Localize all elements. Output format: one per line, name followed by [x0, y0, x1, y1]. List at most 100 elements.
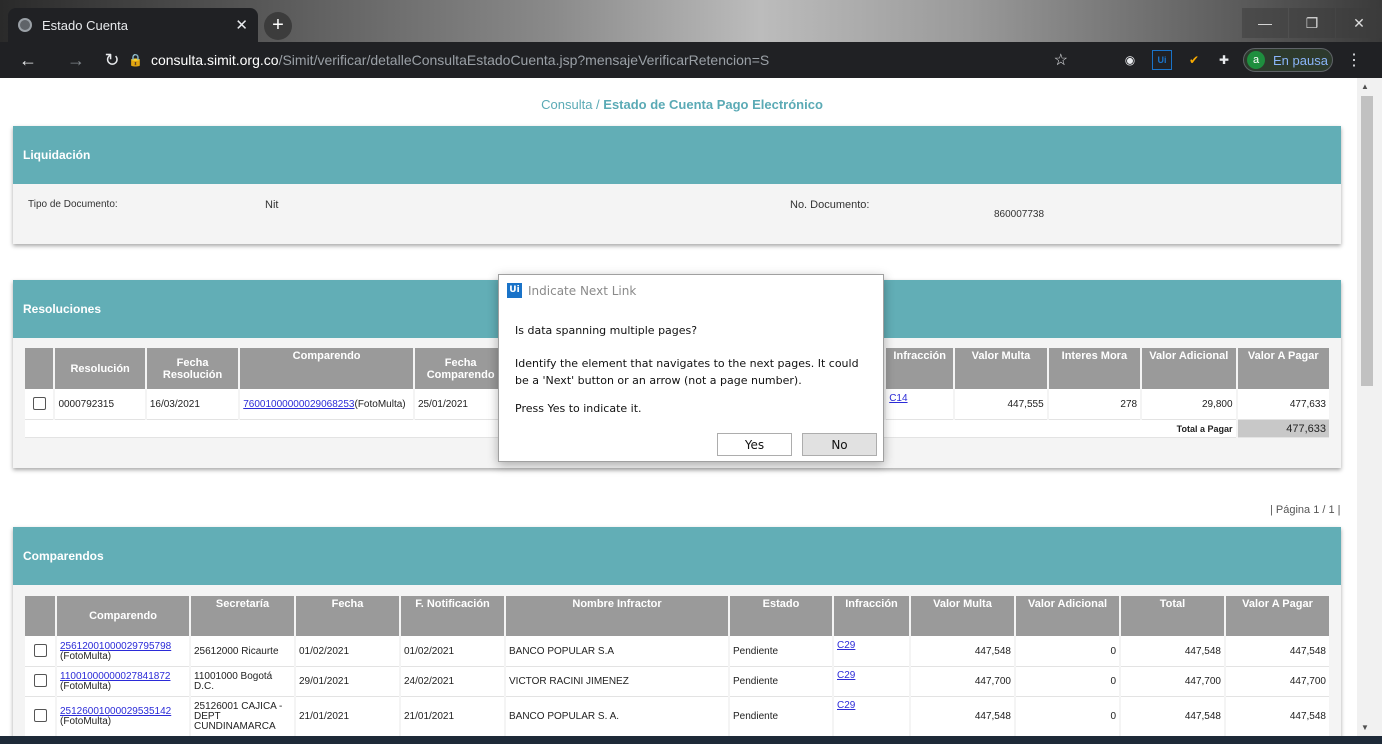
comparendo-cell: 25126001000029535142 (FotoMulta) [57, 697, 189, 736]
dialog-instruction: Press Yes to indicate it. [515, 402, 642, 415]
comparendo-type: (FotoMulta) [60, 650, 112, 662]
notificacion-cell: 01/02/2021 [401, 637, 504, 667]
column-header: Fecha [296, 596, 399, 637]
tab-title: Estado Cuenta [42, 17, 129, 33]
select-column-header [25, 596, 55, 637]
new-tab-button[interactable]: + [264, 12, 292, 40]
column-header: Estado [730, 596, 832, 637]
no-documento-label: No. Documento: [790, 199, 870, 211]
dialog-question: Is data spanning multiple pages? [515, 324, 698, 337]
column-header: Nombre Infractor [506, 596, 728, 637]
total-cell: 447,548 [1121, 697, 1224, 736]
back-arrow-icon[interactable]: ← [14, 46, 42, 74]
column-header: Infracción [834, 596, 909, 637]
scrollbar-thumb[interactable] [1361, 96, 1373, 386]
fecha-cell: 01/02/2021 [296, 637, 399, 667]
profile-button[interactable]: a En pausa [1243, 48, 1333, 72]
column-header: Valor A Pagar [1226, 596, 1329, 637]
fecha-cell: 29/01/2021 [296, 667, 399, 697]
indicate-next-link-dialog: Ui Indicate Next Link Is data spanning m… [498, 274, 884, 462]
adicional-cell: 0 [1016, 667, 1119, 697]
column-header: Total [1121, 596, 1224, 637]
puzzle-extensions-icon[interactable]: ✚ [1214, 50, 1234, 70]
notificacion-cell: 24/02/2021 [401, 667, 504, 697]
forward-arrow-icon[interactable]: → [62, 46, 90, 74]
browser-tab[interactable]: Estado Cuenta ✕ [8, 8, 258, 42]
total-cell: 447,700 [1121, 667, 1224, 697]
window-controls: — ❐ ✕ [1241, 8, 1382, 38]
adicional-cell: 0 [1016, 697, 1119, 736]
bookmark-star-icon[interactable]: ☆ [1054, 50, 1068, 70]
minimize-icon[interactable]: — [1242, 8, 1288, 38]
pagination-label: | Página 1 / 1 | [1270, 504, 1341, 516]
total-value: 477,633 [1237, 420, 1329, 438]
column-header: Fecha Comparendo [414, 348, 507, 390]
resolucion-cell: 0000792315 [55, 390, 145, 420]
close-window-icon[interactable]: ✕ [1336, 8, 1382, 38]
infraccion-link[interactable]: C29 [837, 640, 855, 651]
estado-cell: Pendiente [730, 667, 832, 697]
valor-adicional-cell: 29,800 [1142, 390, 1236, 420]
row-checkbox[interactable] [33, 673, 47, 687]
total-cell: 447,548 [1121, 637, 1224, 667]
comparendo-cell: 76001000000029068253(FotoMulta) [240, 390, 413, 420]
infraccion-cell: C29 [834, 667, 909, 697]
vertical-scrollbar[interactable]: ▲ ▼ [1357, 78, 1382, 736]
browser-menu-icon[interactable]: ⋮ [1346, 50, 1362, 70]
infraccion-link[interactable]: C29 [837, 700, 855, 711]
column-header: Comparendo [240, 348, 413, 390]
infraccion-link[interactable]: C14 [889, 393, 907, 404]
browser-toolbar: ← → ↻ 🔒 consulta.simit.org.co/Simit/veri… [0, 42, 1382, 78]
restore-icon[interactable]: ❐ [1289, 8, 1335, 38]
column-header: Valor Adicional [1142, 348, 1236, 390]
url-host: consulta.simit.org.co [150, 52, 279, 68]
user-check-icon[interactable]: ✔ [1184, 50, 1204, 70]
pagar-cell: 447,700 [1226, 667, 1329, 697]
fecha-comparendo-cell: 25/01/2021 [414, 390, 507, 420]
infractor-cell: VICTOR RACINI JIMENEZ [506, 667, 728, 697]
infractor-cell: BANCO POPULAR S.A [506, 637, 728, 667]
secretaria-cell: 11001000 Bogotá D.C. [191, 667, 294, 697]
yes-button[interactable]: Yes [717, 433, 792, 456]
address-bar[interactable]: 🔒 consulta.simit.org.co/Simit/verificar/… [118, 46, 1078, 74]
secretaria-cell: 25126001 CAJICA - DEPT CUNDINAMARCA [191, 697, 294, 736]
liquidacion-header: Liquidación [13, 126, 1341, 184]
breadcrumb-title: Estado de Cuenta Pago Electrónico [603, 97, 823, 112]
tipo-documento-value: Nit [265, 199, 279, 211]
comparendo-link[interactable]: 76001000000029068253 [243, 399, 354, 410]
globe-icon [18, 18, 32, 32]
column-header: Secretaría [191, 596, 294, 637]
comparendo-type: (FotoMulta) [60, 680, 112, 692]
infraccion-link[interactable]: C29 [837, 670, 855, 681]
estado-cell: Pendiente [730, 637, 832, 667]
multa-cell: 447,548 [911, 697, 1014, 736]
valor-pagar-cell: 477,633 [1237, 390, 1329, 420]
comparendo-type: (FotoMulta) [354, 399, 406, 410]
notificacion-cell: 21/01/2021 [401, 697, 504, 736]
column-header: Valor Multa [955, 348, 1047, 390]
row-checkbox[interactable] [33, 643, 47, 657]
pagar-cell: 447,548 [1226, 637, 1329, 667]
browser-tab-strip: Estado Cuenta ✕ + — ❐ ✕ [0, 0, 1382, 42]
estado-cell: Pendiente [730, 697, 832, 736]
close-tab-icon[interactable]: ✕ [235, 16, 248, 34]
extension-circle-icon[interactable]: ◉ [1120, 50, 1140, 70]
adicional-cell: 0 [1016, 637, 1119, 667]
avatar: a [1247, 51, 1265, 69]
scroll-down-icon[interactable]: ▼ [1361, 723, 1369, 732]
dialog-body: Identify the element that navigates to t… [515, 357, 859, 387]
table-row: 11001000000027841872 (FotoMulta) 11001000… [25, 667, 1329, 697]
uipath-extension-icon[interactable]: Ui [1152, 50, 1172, 70]
no-button[interactable]: No [802, 433, 877, 456]
secretaria-cell: 25612000 Ricaurte [191, 637, 294, 667]
comparendo-cell: 25612001000029795798 (FotoMulta) [57, 637, 189, 667]
scroll-up-icon[interactable]: ▲ [1361, 82, 1369, 91]
profile-status: En pausa [1273, 52, 1328, 68]
row-checkbox[interactable] [33, 708, 47, 722]
row-checkbox[interactable] [32, 396, 46, 410]
multa-cell: 447,700 [911, 667, 1014, 697]
column-header: Comparendo [57, 596, 189, 637]
comparendos-card: Comparendos Comparendo Secretaría Fecha … [13, 527, 1341, 736]
breadcrumb-prefix: Consulta / [541, 97, 600, 112]
infractor-cell: BANCO POPULAR S. A. [506, 697, 728, 736]
